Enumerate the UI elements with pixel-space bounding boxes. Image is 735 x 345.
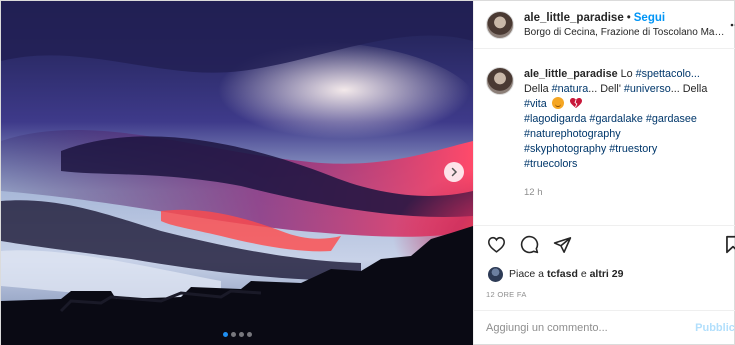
carousel-dot <box>246 332 252 337</box>
caption: ale_little_paradise Lo #spettacolo... De… <box>524 67 719 225</box>
chevron-right-icon <box>451 167 458 177</box>
hashtag-link[interactable]: #vita <box>524 98 547 110</box>
broken-heart-emoji-icon <box>569 98 582 108</box>
comment-input[interactable] <box>486 321 696 334</box>
caption-text-part: ... Della <box>670 83 708 95</box>
post-header-line: ale_little_paradise • Segui <box>524 12 729 24</box>
carousel-dot <box>238 332 244 337</box>
caption-username[interactable]: ale_little_paradise <box>524 68 618 80</box>
hashtags-line[interactable]: #naturephotography <box>524 128 621 140</box>
post-header-text: ale_little_paradise • Segui Borgo di Cecin… <box>524 12 729 38</box>
sunset-sky-image <box>1 1 473 345</box>
likes-joiner: e <box>580 268 587 280</box>
post-header: ale_little_paradise • Segui Borgo di Cecin… <box>474 1 735 49</box>
like-button[interactable] <box>486 235 506 255</box>
location-link[interactable]: Borgo di Cecina, Frazione di Toscolano M… <box>524 27 729 38</box>
follow-button[interactable]: Segui <box>634 12 665 24</box>
comment-icon <box>520 235 538 254</box>
smiling-face-emoji-icon <box>551 97 564 109</box>
save-button[interactable] <box>723 235 735 255</box>
hashtags-line[interactable]: #skyphotography #truestory <box>524 143 657 155</box>
action-bar <box>474 225 735 263</box>
hashtag-link[interactable]: #natura <box>552 83 589 95</box>
likes-others-link[interactable]: altri 29 <box>590 268 624 280</box>
comment-button[interactable] <box>519 235 539 255</box>
caption-avatar[interactable] <box>486 67 514 95</box>
post-photo[interactable] <box>1 1 473 345</box>
hashtag-link[interactable]: #universo <box>624 83 671 95</box>
caption-text-part: ... Dell' <box>588 83 624 95</box>
more-options-button[interactable] <box>729 18 735 32</box>
heart-icon <box>487 236 505 253</box>
publish-button[interactable]: Pubblica <box>695 322 735 334</box>
post-date[interactable]: 12 ORE FA <box>474 285 735 303</box>
instagram-post-modal: ale_little_paradise • Segui Borgo di Cecin… <box>0 0 735 345</box>
carousel-indicator <box>1 332 473 337</box>
bookmark-icon <box>726 235 735 254</box>
hashtags-line[interactable]: #truecolors <box>524 158 577 170</box>
caption-timestamp[interactable]: 12 h <box>524 185 719 200</box>
carousel-next-button[interactable] <box>444 162 464 182</box>
liker-username[interactable]: tcfasd <box>547 268 578 280</box>
share-icon <box>553 236 571 253</box>
more-horizontal-icon <box>730 23 735 26</box>
share-button[interactable] <box>552 235 572 255</box>
likes-prefix: Piace a <box>509 268 545 280</box>
avatar[interactable] <box>486 10 514 39</box>
carousel-dot <box>222 332 228 337</box>
caption-text: ale_little_paradise Lo #spettacolo... De… <box>524 67 719 172</box>
liker-avatar[interactable] <box>488 266 503 282</box>
likes-summary: Piace a tcfasd e altri 29 <box>474 263 735 285</box>
caption-text-part: Della <box>524 83 552 95</box>
add-comment-bar: Pubblica <box>474 310 735 344</box>
username-link[interactable]: ale_little_paradise <box>524 12 624 24</box>
separator-dot: • <box>626 11 631 24</box>
hashtag-link[interactable]: #spettacolo... <box>636 68 700 80</box>
hashtags-line[interactable]: #lagodigarda #gardalake #gardasee <box>524 113 697 125</box>
caption-area: ale_little_paradise Lo #spettacolo... De… <box>474 49 735 225</box>
post-sidebar: ale_little_paradise • Segui Borgo di Cecin… <box>473 1 735 344</box>
caption-text-part: Lo <box>620 68 636 80</box>
carousel-dot <box>230 332 236 337</box>
